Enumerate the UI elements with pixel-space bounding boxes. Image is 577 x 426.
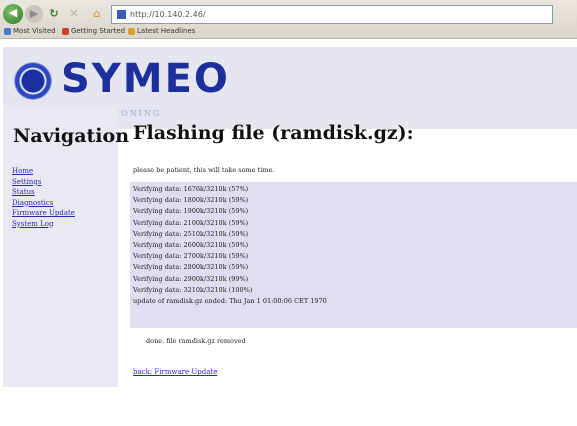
sidebar-item-firmware-update[interactable]: Firmware Update — [12, 209, 75, 217]
forward-arrow-icon: ▶ — [29, 7, 39, 20]
log-line: Verifying data: 1800k/3210k (59%) — [133, 196, 249, 205]
log-line: Verifying data: 1900k/3210k (59%) — [133, 207, 249, 216]
symeo-logo-icon — [15, 63, 51, 99]
rss-icon — [128, 27, 135, 35]
bookmark-icon — [4, 27, 11, 35]
log-line: Verifying data: 2510k/3210k (59%) — [133, 229, 249, 238]
log-line: Verifying data: 2700k/3210k (59%) — [133, 252, 249, 261]
sidebar-item-settings[interactable]: Settings — [12, 178, 41, 186]
flash-log: Verifying data: 1676k/3210k (57%) Verify… — [130, 182, 577, 328]
log-line: Verifying data: 2800k/3210k (59%) — [133, 263, 249, 272]
browser-toolbar: ◀ ▶ ↻ ✕ ⌂ http://10.140.2.46/ Most Visit… — [0, 0, 577, 39]
sidebar-title: Navigation — [13, 125, 130, 147]
reload-button[interactable]: ↻ — [45, 5, 63, 23]
log-line: Verifying data: 3210k/3210k (100%) — [133, 285, 253, 294]
log-line: Verifying data: 2600k/3210k (59%) — [133, 241, 249, 250]
stop-icon: ✕ — [69, 7, 79, 20]
sidebar-item-status[interactable]: Status — [12, 188, 35, 196]
back-button[interactable]: ◀ — [3, 4, 23, 24]
log-line: Verifying data: 2100k/3210k (59%) — [133, 218, 249, 227]
forward-button[interactable]: ▶ — [25, 5, 43, 23]
done-message: done. file ramdisk.gz removed — [146, 337, 246, 345]
navigation-row: ◀ ▶ ↻ ✕ ⌂ http://10.140.2.46/ — [0, 3, 577, 25]
notice-text: please be patient, this will take some t… — [133, 166, 275, 174]
sidebar-nav: Home Settings Status Diagnostics Firmwar… — [12, 166, 75, 229]
address-bar[interactable]: http://10.140.2.46/ — [111, 5, 553, 24]
back-firmware-update-link[interactable]: back: Firmware Update — [133, 368, 217, 376]
sidebar: Navigation Home Settings Status Diagnost… — [3, 109, 129, 387]
site-favicon-icon — [117, 10, 126, 19]
sidebar-item-diagnostics[interactable]: Diagnostics — [12, 199, 53, 207]
log-line-finished: update of ramdisk.gz ended: Thu Jan 1 01… — [133, 297, 327, 306]
bookmark-latest-headlines[interactable]: Latest Headlines — [128, 25, 195, 38]
log-line: Verifying data: 2900k/3210k (99%) — [133, 274, 249, 283]
bookmark-most-visited[interactable]: Most Visited — [4, 25, 56, 38]
back-arrow-icon: ◀ — [8, 6, 18, 19]
bookmark-getting-started[interactable]: Getting Started — [62, 25, 125, 38]
firefox-icon — [62, 27, 69, 35]
logo-text: SYMEO — [61, 56, 230, 102]
bookmarks-toolbar: Most Visited Getting Started Latest Head… — [0, 25, 577, 38]
log-line: Verifying data: 1676k/3210k (57%) — [133, 185, 249, 193]
sidebar-item-home[interactable]: Home — [12, 167, 33, 175]
home-icon: ⌂ — [93, 7, 101, 20]
sidebar-item-system-log[interactable]: System Log — [12, 220, 54, 228]
address-text: http://10.140.2.46/ — [130, 10, 206, 19]
reload-icon: ↻ — [49, 7, 59, 20]
page-title: Flashing file (ramdisk.gz): — [133, 122, 414, 144]
home-button[interactable]: ⌂ — [88, 5, 106, 23]
stop-button[interactable]: ✕ — [65, 5, 83, 23]
log-list: Verifying data: 1676k/3210k (57%) Verify… — [130, 182, 577, 307]
